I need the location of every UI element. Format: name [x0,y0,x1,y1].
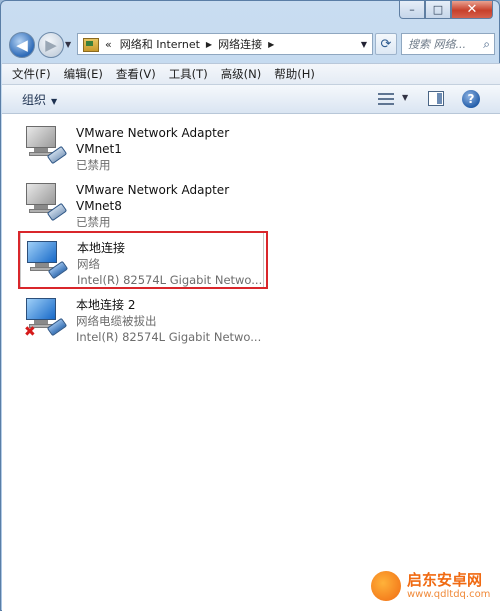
adapter-status: 已禁用 [76,215,111,229]
site-watermark: 启东安卓网 www.qdltdq.com [371,571,490,601]
watermark-title: 启东安卓网 [407,570,483,589]
search-icon[interactable]: ⌕ [483,37,490,52]
refresh-button[interactable]: ⟳ [375,33,397,55]
adapter-item-local-connection-2[interactable]: ✖ 本地连接 2 网络电缆被拔出 Intel(R) 82574L Gigabit… [20,290,262,346]
network-adapter-unplugged-icon: ✖ [24,296,68,340]
adapter-item-vmnet1[interactable]: VMware Network Adapter VMnet1 已禁用 [20,118,262,174]
organize-button[interactable]: 组织 ▼ [22,91,57,108]
menu-file[interactable]: 文件(F) [12,66,51,82]
navigation-row: ◀ ▶ ▼ « 网络和 Internet ▶ 网络连接 ▶ ▼ ⟳ 搜索 网络.… [7,29,495,59]
adapter-network: VMnet1 [76,142,122,156]
breadcrumb-overflow[interactable]: « [105,38,112,51]
back-arrow-icon: ◀ [16,36,28,54]
menu-tools[interactable]: 工具(T) [169,66,208,82]
adapter-name: VMware Network Adapter [76,183,230,197]
menu-view[interactable]: 查看(V) [116,66,156,82]
adapter-network: 网络电缆被拔出 [76,314,157,328]
menu-edit[interactable]: 编辑(E) [64,66,103,82]
highlight-box [18,231,268,289]
cable-unplugged-x-icon: ✖ [24,324,36,340]
address-bar[interactable]: « 网络和 Internet ▶ 网络连接 ▶ ▼ [77,33,373,55]
close-button[interactable]: ✕ [451,1,493,19]
recent-pages-dropdown[interactable]: ▼ [65,40,71,49]
explorer-window: – □ ✕ ◀ ▶ ▼ « 网络和 Internet ▶ 网络连接 ▶ ▼ ⟳ … [0,0,500,611]
search-input[interactable]: 搜索 网络... ⌕ [401,33,495,55]
window-controls: – □ ✕ [399,1,493,21]
breadcrumb-network-internet[interactable]: 网络和 Internet [120,36,200,52]
adapter-item-vmnet8[interactable]: VMware Network Adapter VMnet8 已禁用 [20,175,262,231]
organize-label: 组织 [22,93,47,107]
menu-advanced[interactable]: 高级(N) [221,66,262,82]
change-view-icon[interactable] [378,92,394,106]
back-button[interactable]: ◀ [9,32,35,58]
view-options-dropdown-icon[interactable]: ▼ [402,93,408,102]
watermark-logo-icon [371,571,401,601]
preview-pane-icon[interactable] [428,91,444,106]
title-bar: – □ ✕ [1,1,499,27]
adapter-status: 已禁用 [76,158,111,172]
network-adapter-disabled-icon [24,181,68,225]
breadcrumb-chevron-icon[interactable]: ▶ [206,40,212,49]
control-panel-folder-icon [83,38,99,52]
minimize-button[interactable]: – [399,1,425,19]
address-dropdown-icon[interactable]: ▼ [356,40,372,49]
help-icon[interactable]: ? [462,90,480,108]
breadcrumb-network-connections[interactable]: 网络连接 [218,36,262,52]
menu-bar: 文件(F) 编辑(E) 查看(V) 工具(T) 高级(N) 帮助(H) [2,63,500,85]
forward-arrow-icon: ▶ [45,36,57,54]
adapter-list: VMware Network Adapter VMnet1 已禁用 VMware… [2,114,500,611]
chevron-down-icon: ▼ [51,97,58,106]
adapter-name: VMware Network Adapter [76,126,230,140]
network-adapter-disabled-icon [24,124,68,168]
watermark-url: www.qdltdq.com [407,588,491,600]
refresh-icon: ⟳ [380,36,392,52]
search-placeholder: 搜索 网络... [408,38,466,51]
adapter-network: VMnet8 [76,199,122,213]
command-bar: 组织 ▼ ▼ ? [2,85,500,114]
adapter-name: 本地连接 2 [76,298,136,312]
breadcrumb-chevron-icon[interactable]: ▶ [268,40,274,49]
maximize-button[interactable]: □ [425,1,451,19]
menu-help[interactable]: 帮助(H) [274,66,315,82]
forward-button[interactable]: ▶ [38,32,64,58]
adapter-device: Intel(R) 82574L Gigabit Netwo... [76,330,262,344]
